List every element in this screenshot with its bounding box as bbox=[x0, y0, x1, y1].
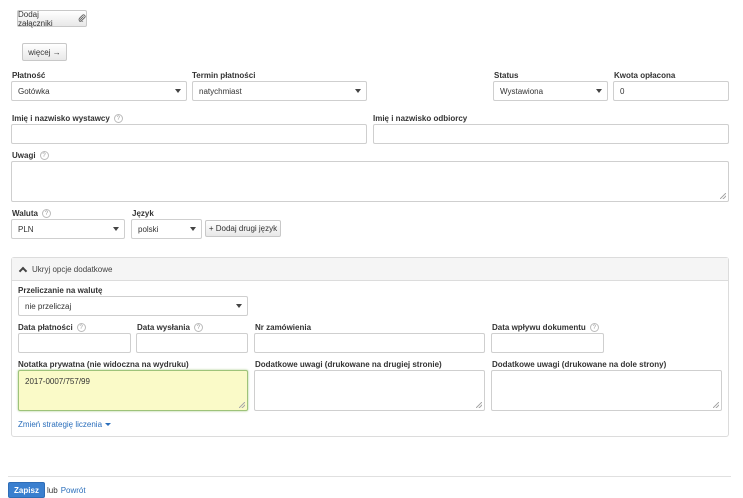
help-icon[interactable]: ? bbox=[193, 323, 203, 332]
add-second-language-button[interactable]: + Dodaj drugi język bbox=[205, 220, 281, 237]
help-icon[interactable]: ? bbox=[41, 209, 51, 218]
chevron-down-icon bbox=[175, 89, 181, 93]
send-date-input[interactable] bbox=[136, 333, 248, 353]
resize-grip-icon[interactable] bbox=[239, 402, 245, 408]
currency-value: PLN bbox=[18, 224, 34, 234]
currency-label: Waluta ? bbox=[12, 209, 51, 218]
chevron-down-icon bbox=[190, 227, 196, 231]
private-note-label: Notatka prywatna (nie widoczna na wydruk… bbox=[18, 360, 189, 369]
save-label: Zapisz bbox=[14, 485, 39, 495]
footer-divider bbox=[8, 476, 731, 477]
payment-date-label: Data płatności ? bbox=[18, 323, 86, 332]
add-attachments-label: Dodaj załączniki bbox=[18, 9, 53, 28]
send-date-label-text: Data wysłania bbox=[137, 323, 190, 332]
help-icon[interactable]: ? bbox=[113, 114, 123, 123]
private-note-textarea[interactable]: 2017-0007/757/99 bbox=[18, 370, 248, 411]
order-number-input[interactable] bbox=[254, 333, 485, 353]
additional-options-toggle-label: Ukryj opcje dodatkowe bbox=[32, 264, 113, 274]
resize-grip-icon[interactable] bbox=[720, 193, 726, 199]
resize-grip-icon[interactable] bbox=[476, 402, 482, 408]
or-label: lub bbox=[47, 486, 58, 495]
paid-amount-value: 0 bbox=[620, 86, 625, 96]
send-date-label: Data wysłania ? bbox=[137, 323, 203, 332]
currency-conversion-label: Przeliczanie na walutę bbox=[18, 286, 103, 295]
issuer-name-label: Imię i nazwisko wystawcy ? bbox=[12, 114, 123, 123]
payment-method-value: Gotówka bbox=[18, 86, 50, 96]
paid-amount-input[interactable]: 0 bbox=[613, 81, 729, 101]
notes-label: Uwagi ? bbox=[12, 151, 49, 160]
language-value: polski bbox=[138, 224, 159, 234]
currency-conversion-select[interactable]: nie przeliczaj bbox=[18, 296, 248, 316]
document-receipt-date-label: Data wpływu dokumentu ? bbox=[492, 323, 599, 332]
document-receipt-date-label-text: Data wpływu dokumentu bbox=[492, 323, 586, 332]
payment-date-label-text: Data płatności bbox=[18, 323, 73, 332]
resize-grip-icon[interactable] bbox=[713, 402, 719, 408]
payment-term-value: natychmiast bbox=[199, 86, 242, 96]
help-icon[interactable]: ? bbox=[39, 151, 49, 160]
chevron-up-icon bbox=[18, 266, 28, 275]
status-value: Wystawiona bbox=[500, 86, 544, 96]
currency-label-text: Waluta bbox=[12, 209, 38, 218]
help-icon[interactable]: ? bbox=[589, 323, 599, 332]
additional-notes-bottom-label: Dodatkowe uwagi (drukowane na dole stron… bbox=[492, 360, 667, 369]
notes-label-text: Uwagi bbox=[12, 151, 36, 160]
back-link[interactable]: Powrót bbox=[61, 486, 86, 495]
private-note-value: 2017-0007/757/99 bbox=[25, 377, 90, 386]
recipient-name-label: Imię i nazwisko odbiorcy bbox=[373, 114, 468, 123]
additional-notes-second-page-label: Dodatkowe uwagi (drukowane na drugiej st… bbox=[255, 360, 442, 369]
language-select[interactable]: polski bbox=[131, 219, 202, 239]
payment-method-label: Płatność bbox=[12, 71, 46, 80]
more-button[interactable]: więcej → bbox=[22, 43, 67, 61]
notes-textarea[interactable] bbox=[11, 161, 729, 202]
save-button[interactable]: Zapisz bbox=[8, 482, 45, 498]
currency-select[interactable]: PLN bbox=[11, 219, 125, 239]
issuer-name-input[interactable] bbox=[11, 124, 367, 144]
more-label: więcej → bbox=[28, 47, 61, 57]
paperclip-icon bbox=[78, 13, 86, 24]
additional-options-toggle[interactable]: Ukryj opcje dodatkowe bbox=[12, 258, 728, 281]
chevron-down-icon bbox=[596, 89, 602, 93]
additional-notes-bottom-textarea[interactable] bbox=[491, 370, 722, 411]
issuer-name-label-text: Imię i nazwisko wystawcy bbox=[12, 114, 110, 123]
add-second-language-label: + Dodaj drugi język bbox=[208, 224, 278, 233]
language-label: Język bbox=[132, 209, 154, 218]
additional-notes-second-page-textarea[interactable] bbox=[254, 370, 485, 411]
recipient-name-input[interactable] bbox=[373, 124, 729, 144]
chevron-down-icon bbox=[355, 89, 361, 93]
change-calculation-strategy-link[interactable]: Zmień strategię liczenia bbox=[18, 420, 112, 429]
document-receipt-date-input[interactable] bbox=[491, 333, 604, 353]
payment-term-label: Termin płatności bbox=[192, 71, 256, 80]
payment-term-select[interactable]: natychmiast bbox=[192, 81, 367, 101]
payment-method-select[interactable]: Gotówka bbox=[11, 81, 187, 101]
help-icon[interactable]: ? bbox=[76, 323, 86, 332]
add-attachments-button[interactable]: Dodaj załączniki bbox=[17, 9, 87, 28]
paid-amount-label: Kwota opłacona bbox=[614, 71, 676, 80]
status-select[interactable]: Wystawiona bbox=[493, 81, 608, 101]
chevron-down-icon bbox=[236, 304, 242, 308]
order-number-label: Nr zamówienia bbox=[255, 323, 312, 332]
chevron-down-icon bbox=[113, 227, 119, 231]
status-label: Status bbox=[494, 71, 519, 80]
payment-date-input[interactable] bbox=[18, 333, 131, 353]
footer-or-text: lub Powrót bbox=[47, 486, 86, 495]
caret-down-icon bbox=[105, 423, 112, 426]
currency-conversion-value: nie przeliczaj bbox=[25, 301, 72, 311]
change-calculation-strategy-label: Zmień strategię liczenia bbox=[18, 420, 103, 429]
